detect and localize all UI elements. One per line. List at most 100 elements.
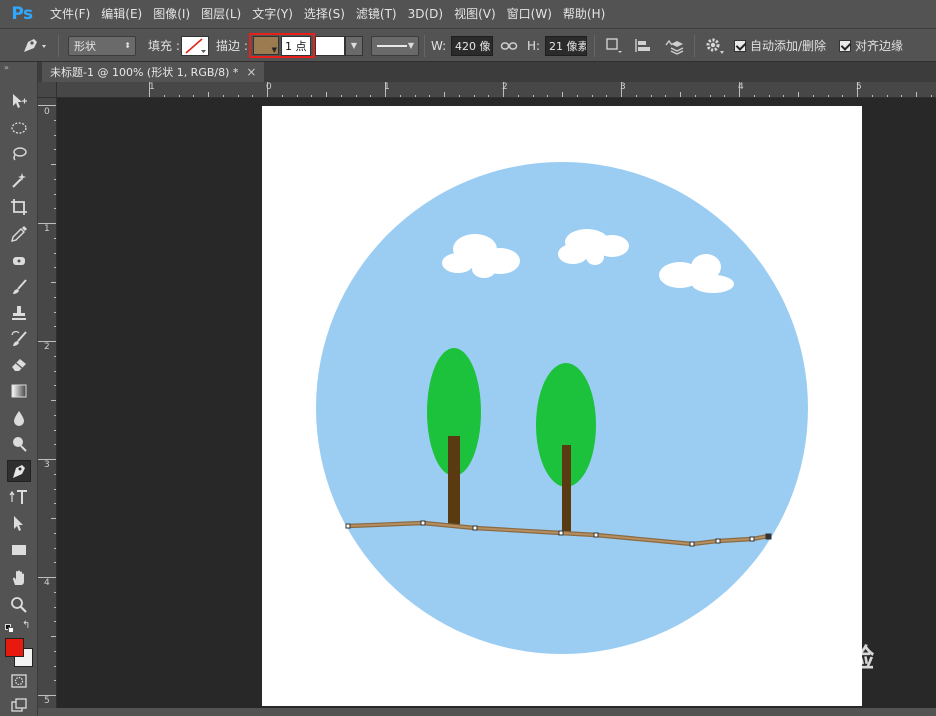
ruler-label: 4 [738, 82, 744, 92]
zoom-tool-icon[interactable] [7, 594, 31, 616]
vertical-ruler-ticks [38, 105, 56, 711]
align-edges-label: 对齐边缘 [855, 39, 904, 53]
watermark-cn: 经验 [822, 644, 875, 674]
menu-file[interactable]: 文件(F) [44, 0, 95, 29]
healing-brush-tool-icon[interactable] [7, 250, 31, 272]
stroke-width-field[interactable] [315, 35, 345, 56]
ruler-origin[interactable] [38, 82, 57, 98]
separator [594, 35, 595, 57]
width-input[interactable]: 420 像 [451, 35, 493, 56]
align-edges-checkbox[interactable]: 对齐边缘 [839, 29, 903, 62]
crop-tool-icon[interactable] [7, 196, 31, 218]
ruler-label: 3 [44, 460, 50, 470]
swap-colors-icon[interactable]: ↰ [22, 620, 30, 631]
menu-layer[interactable]: 图层(L) [195, 0, 246, 29]
path-selection-tool-icon[interactable] [7, 512, 31, 534]
blur-tool-icon[interactable] [7, 407, 31, 429]
clone-stamp-tool-icon[interactable] [7, 302, 31, 324]
vertical-ruler[interactable]: 0 1 2 3 4 5 [38, 98, 57, 716]
solid-line-icon [377, 44, 407, 47]
fill-label: 填充 : [148, 39, 180, 53]
stroke-width-dropdown[interactable]: ▼ [345, 35, 363, 56]
brush-tool-icon[interactable] [7, 276, 31, 298]
auto-add-delete-label: 自动添加/删除 [750, 39, 827, 53]
dodge-tool-icon[interactable] [7, 433, 31, 455]
foreground-color-swatch[interactable] [5, 638, 24, 657]
separator [694, 35, 695, 57]
ruler-label: 1 [44, 224, 50, 234]
pen-tool-icon[interactable] [7, 460, 31, 482]
panel-collapse-icon[interactable]: » [4, 63, 9, 72]
separator [424, 35, 425, 57]
width-label: W: [431, 38, 447, 53]
watermark: Bai du 经验 jingyan.baidu.com [716, 612, 902, 696]
horizontal-ruler[interactable]: 1 0 1 2 3 4 5 [57, 82, 936, 98]
close-icon[interactable]: × [246, 65, 256, 79]
photoshop-window: Ps 文件(F) 编辑(E) 图像(I) 图层(L) 文字(Y) 选择(S) 滤… [0, 0, 936, 716]
menu-bar: Ps 文件(F) 编辑(E) 图像(I) 图层(L) 文字(Y) 选择(S) 滤… [0, 0, 936, 29]
ruler-label: 3 [620, 82, 626, 92]
eyedropper-tool-icon[interactable] [7, 223, 31, 245]
checkbox-checked-icon [734, 39, 746, 52]
auto-add-delete-checkbox[interactable]: 自动添加/删除 [734, 29, 826, 62]
height-input[interactable]: 21 像素 [545, 35, 587, 56]
ruler-label: 2 [44, 342, 50, 352]
magic-wand-tool-icon[interactable] [7, 169, 31, 191]
ruler-label: 5 [44, 696, 50, 706]
no-fill-icon [185, 37, 206, 54]
stroke-highlight-box: ▼ 1 点 [249, 33, 315, 58]
screen-mode-icon[interactable] [7, 694, 31, 716]
horizontal-ruler-ticks [149, 82, 932, 97]
swatch-dropdown-icon: ▼ [271, 46, 277, 54]
fill-swatch[interactable] [181, 35, 209, 56]
menu-3d[interactable]: 3D(D) [402, 0, 448, 29]
checkbox-checked-icon [839, 39, 851, 52]
status-bar [38, 708, 936, 716]
stroke-type-select[interactable]: ▼ [371, 35, 419, 56]
menu-view[interactable]: 视图(V) [448, 0, 501, 29]
options-bar: 形状 ⬍ 填充 : 描边 : ▼ 1 点 ▼ ▼ W: 420 像 H: 21 … [0, 29, 936, 62]
watermark-brand: Bai du [722, 638, 821, 668]
move-tool-icon[interactable] [7, 90, 31, 112]
ruler-label: 4 [44, 578, 50, 588]
ruler-label: 1 [384, 82, 390, 92]
gradient-tool-icon[interactable] [7, 380, 31, 402]
tools-panel: » ↰ [0, 62, 38, 716]
link-icon[interactable] [500, 39, 518, 53]
marquee-tool-icon[interactable] [7, 117, 31, 139]
default-colors-icon[interactable] [5, 624, 14, 633]
menu-help[interactable]: 帮助(H) [557, 0, 610, 29]
ruler-label: 1 [149, 82, 155, 92]
lasso-tool-icon[interactable] [7, 143, 31, 165]
menu-filter[interactable]: 滤镜(T) [350, 0, 402, 29]
tool-preset-picker[interactable] [18, 29, 48, 62]
separator [58, 35, 59, 57]
ruler-label: 0 [266, 82, 272, 92]
gear-icon[interactable] [704, 36, 726, 56]
pen-tool-icon [24, 38, 46, 52]
mode-select[interactable]: 形状 ⬍ [68, 35, 136, 56]
stroke-color-swatch[interactable]: ▼ [253, 36, 279, 55]
history-brush-tool-icon[interactable] [7, 328, 31, 350]
hand-tool-icon[interactable] [7, 567, 31, 589]
tree-trunk [448, 436, 460, 526]
menu-edit[interactable]: 编辑(E) [95, 0, 147, 29]
stroke-width-input[interactable]: 1 点 [281, 35, 311, 56]
path-arrangement-icon[interactable] [663, 36, 685, 56]
app-logo: Ps [11, 4, 33, 24]
menu-image[interactable]: 图像(I) [147, 0, 195, 29]
eraser-tool-icon[interactable] [7, 353, 31, 375]
path-operations-icon[interactable] [605, 37, 623, 55]
rectangle-tool-icon[interactable] [7, 539, 31, 561]
height-label: H: [527, 38, 541, 53]
path-alignment-icon[interactable] [634, 37, 654, 55]
menu-select[interactable]: 选择(S) [298, 0, 350, 29]
chevron-down-icon: ▼ [407, 40, 414, 50]
document-tab[interactable]: 未标题-1 @ 100% (形状 1, RGB/8) * × [42, 62, 265, 82]
menu-window[interactable]: 窗口(W) [501, 0, 557, 29]
tree-trunk [562, 445, 571, 534]
quick-mask-icon[interactable] [7, 670, 31, 692]
ruler-label: 2 [502, 82, 508, 92]
type-tool-icon[interactable] [7, 486, 31, 508]
menu-type[interactable]: 文字(Y) [246, 0, 298, 29]
